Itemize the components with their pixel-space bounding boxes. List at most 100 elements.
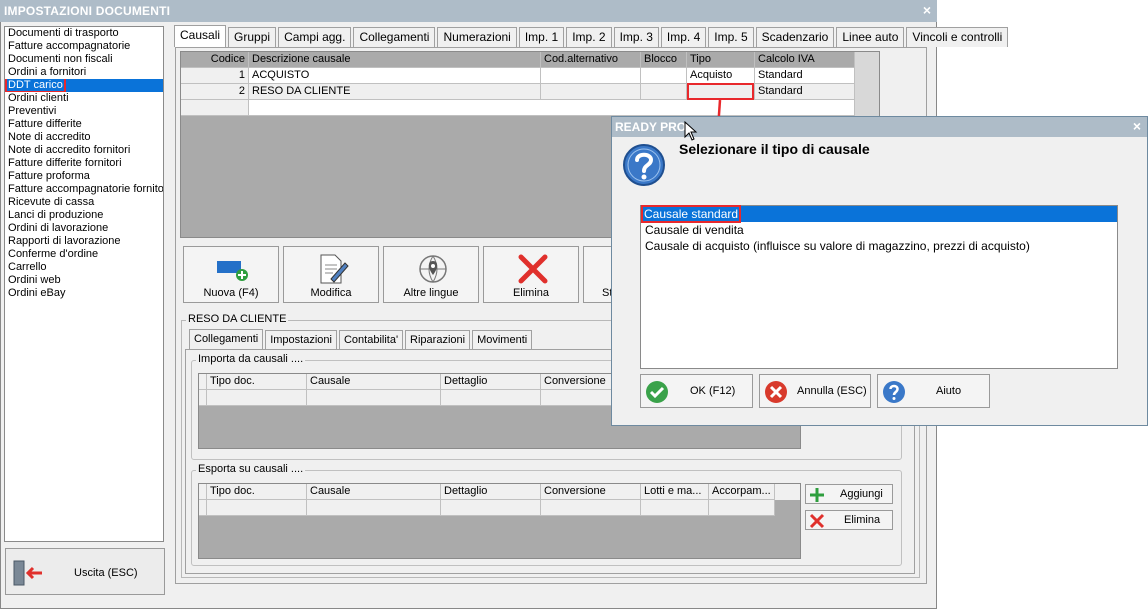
add-button[interactable]: Aggiungi: [805, 484, 893, 504]
new-button[interactable]: Nuova (F4): [183, 246, 279, 303]
list-item[interactable]: Preventivi: [5, 105, 163, 118]
empty-cell[interactable]: [307, 500, 441, 516]
tab-gruppi[interactable]: Gruppi: [228, 27, 277, 47]
list-item-selected[interactable]: DDT carico: [5, 79, 163, 92]
tab-imp-2[interactable]: Imp. 2: [566, 27, 612, 47]
cell-blocco[interactable]: [641, 84, 687, 100]
subtab-riparazioni[interactable]: Riparazioni: [405, 330, 471, 349]
empty-cell[interactable]: [307, 390, 441, 406]
column-header[interactable]: Tipo doc.: [207, 374, 307, 390]
tab-imp-1[interactable]: Imp. 1: [518, 27, 565, 47]
option-causale-acquisto[interactable]: Causale di acquisto (influisce su valore…: [641, 238, 1117, 254]
list-item[interactable]: Note di accredito fornitori: [5, 144, 163, 157]
subtab-collegamenti[interactable]: Collegamenti: [189, 329, 264, 349]
column-header[interactable]: Causale: [307, 484, 441, 500]
list-item[interactable]: Fatture differite fornitori: [5, 157, 163, 170]
list-item[interactable]: Note di accredito: [5, 131, 163, 144]
window-close-button[interactable]: ×: [923, 2, 931, 18]
question-icon: [623, 144, 665, 186]
new-row-cell[interactable]: [249, 100, 855, 116]
subtab-contabilita[interactable]: Contabilita': [338, 330, 404, 349]
column-header[interactable]: Codice: [181, 52, 249, 68]
column-header[interactable]: Cod.alternativo: [541, 52, 641, 68]
list-item[interactable]: Fatture proforma: [5, 170, 163, 183]
column-header[interactable]: Tipo doc.: [207, 484, 307, 500]
empty-cell[interactable]: [441, 500, 541, 516]
list-item[interactable]: Rapporti di lavorazione: [5, 235, 163, 248]
empty-cell[interactable]: [441, 390, 541, 406]
subtab-movimenti[interactable]: Movimenti: [472, 330, 533, 349]
list-item[interactable]: Ordini web: [5, 274, 163, 287]
remove-button-label: Elimina: [844, 514, 881, 526]
new-row-indicator: [181, 100, 249, 116]
list-item[interactable]: Documenti non fiscali: [5, 53, 163, 66]
column-header[interactable]: Conversione: [541, 484, 641, 500]
column-header[interactable]: Dettaglio: [441, 374, 541, 390]
tab-numerazioni[interactable]: Numerazioni: [437, 27, 517, 47]
edit-button[interactable]: Modifica: [283, 246, 379, 303]
column-header[interactable]: Dettaglio: [441, 484, 541, 500]
delete-button[interactable]: Elimina: [483, 246, 579, 303]
tab-scadenzario[interactable]: Scadenzario: [755, 27, 835, 47]
list-item[interactable]: Carrello: [5, 261, 163, 274]
edit-document-icon: [320, 254, 349, 284]
other-languages-button[interactable]: Altre lingue: [383, 246, 479, 303]
document-type-list[interactable]: Documenti di trasporto Fatture accompagn…: [4, 26, 164, 542]
column-header[interactable]: Accorpam...: [709, 484, 775, 500]
empty-cell[interactable]: [207, 500, 307, 516]
column-header[interactable]: Lotti e ma...: [641, 484, 709, 500]
column-header[interactable]: Causale: [307, 374, 441, 390]
tab-linee-auto[interactable]: Linee auto: [836, 27, 905, 47]
cancel-button[interactable]: Annulla (ESC): [759, 374, 871, 408]
list-item[interactable]: Fatture accompagnatorie fornito: [5, 183, 163, 196]
column-header[interactable]: Calcolo IVA: [755, 52, 855, 68]
list-item[interactable]: Documenti di trasporto: [5, 27, 163, 40]
window-titlebar: IMPOSTAZIONI DOCUMENTI ×: [0, 0, 937, 22]
tab-imp-3[interactable]: Imp. 3: [613, 27, 659, 47]
column-header[interactable]: Blocco: [641, 52, 687, 68]
list-item[interactable]: Ordini clienti: [5, 92, 163, 105]
tab-vincoli-controlli[interactable]: Vincoli e controlli: [906, 27, 1009, 47]
list-item[interactable]: Lanci di produzione: [5, 209, 163, 222]
list-item[interactable]: Fatture accompagnatorie: [5, 40, 163, 53]
cell-codice[interactable]: 2: [181, 84, 249, 100]
option-causale-vendita[interactable]: Causale di vendita: [641, 222, 1117, 238]
tab-causali[interactable]: Causali: [174, 25, 227, 47]
empty-cell[interactable]: [709, 500, 775, 516]
cell-blocco[interactable]: [641, 68, 687, 84]
list-item[interactable]: Ordini di lavorazione: [5, 222, 163, 235]
cell-tipo[interactable]: Acquisto: [687, 68, 755, 84]
cell-codice[interactable]: 1: [181, 68, 249, 84]
export-grid[interactable]: Tipo doc. Causale Dettaglio Conversione …: [198, 483, 801, 559]
empty-cell[interactable]: [207, 390, 307, 406]
column-header[interactable]: Descrizione causale: [249, 52, 541, 68]
subtab-impostazioni[interactable]: Impostazioni: [265, 330, 337, 349]
tab-imp-4[interactable]: Imp. 4: [660, 27, 707, 47]
remove-button[interactable]: Elimina: [805, 510, 893, 530]
tab-collegamenti[interactable]: Collegamenti: [353, 27, 436, 47]
list-item[interactable]: Fatture differite: [5, 118, 163, 131]
cell-calcolo-iva[interactable]: Standard: [755, 68, 855, 84]
option-causale-standard[interactable]: Causale standard: [641, 205, 1117, 223]
exit-button-label: Uscita (ESC): [74, 567, 138, 579]
cell-cod-alternativo[interactable]: [541, 68, 641, 84]
column-header[interactable]: Tipo: [687, 52, 755, 68]
tab-campi-agg[interactable]: Campi agg.: [278, 27, 352, 47]
empty-cell[interactable]: [541, 500, 641, 516]
ok-button[interactable]: OK (F12): [640, 374, 753, 408]
help-button[interactable]: Aiuto: [877, 374, 990, 408]
dialog-close-button[interactable]: ×: [1133, 118, 1141, 134]
tab-imp-5[interactable]: Imp. 5: [708, 27, 754, 47]
export-group-title: Esporta su causali ....: [196, 463, 306, 475]
cell-calcolo-iva[interactable]: Standard: [755, 84, 855, 100]
list-item[interactable]: Ordini a fornitori: [5, 66, 163, 79]
empty-cell[interactable]: [641, 500, 709, 516]
list-item[interactable]: Ordini eBay: [5, 287, 163, 300]
cell-descrizione[interactable]: ACQUISTO: [249, 68, 541, 84]
cell-descrizione[interactable]: RESO DA CLIENTE: [249, 84, 541, 100]
causale-type-list[interactable]: Causale standard Causale di vendita Caus…: [640, 205, 1118, 369]
list-item[interactable]: Ricevute di cassa: [5, 196, 163, 209]
exit-button[interactable]: Uscita (ESC): [5, 548, 165, 595]
cell-cod-alternativo[interactable]: [541, 84, 641, 100]
list-item[interactable]: Conferme d'ordine: [5, 248, 163, 261]
